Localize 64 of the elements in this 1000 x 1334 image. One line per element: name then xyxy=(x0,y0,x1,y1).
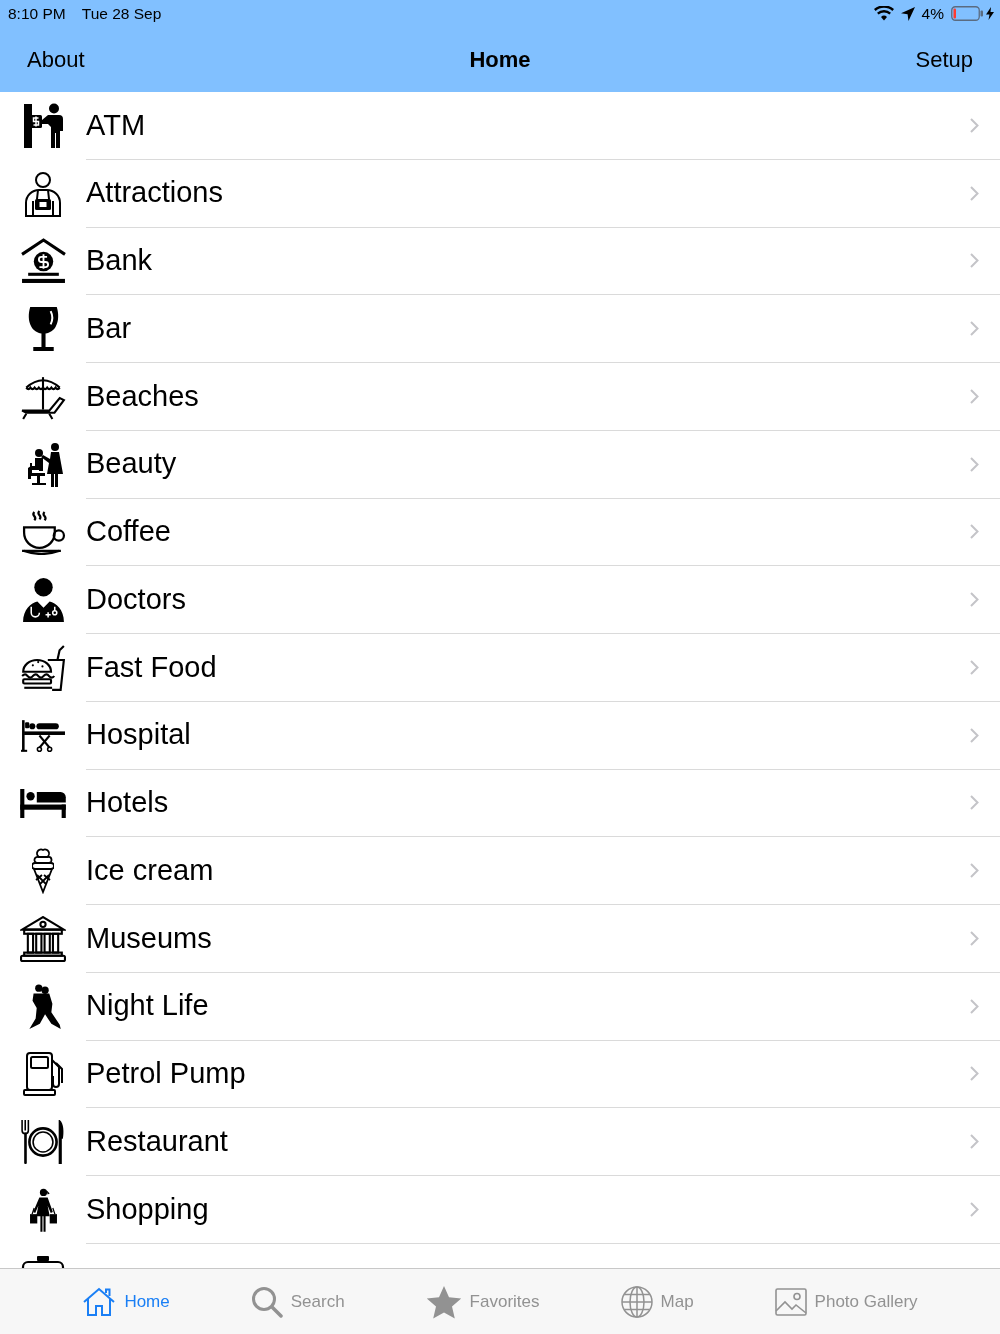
status-date: Tue 28 Sep xyxy=(81,3,162,24)
category-label[interactable]: Beauty xyxy=(86,442,177,486)
category-label[interactable]: ATM xyxy=(86,103,146,148)
battery-icon xyxy=(951,6,983,21)
chevron-icon xyxy=(970,727,979,743)
chevron-icon xyxy=(970,1201,979,1217)
category-label[interactable]: Night Life xyxy=(86,984,209,1028)
chevron-icon xyxy=(970,524,979,540)
chevron-icon xyxy=(970,388,979,404)
hospital-bed-icon xyxy=(20,718,66,753)
star-icon xyxy=(425,1284,462,1319)
globe-icon xyxy=(620,1285,653,1318)
burger-drink-icon xyxy=(20,644,66,691)
doctor-icon xyxy=(21,577,65,624)
ice-cream-cone-icon xyxy=(32,848,54,895)
screen-title: Home xyxy=(469,46,531,74)
category-label[interactable]: Attractions xyxy=(86,171,223,215)
chevron-icon xyxy=(970,1134,979,1150)
chevron-icon xyxy=(970,659,979,675)
category-label[interactable]: Ice cream xyxy=(86,848,214,893)
category-label[interactable]: Hotels xyxy=(86,781,169,825)
chevron-icon xyxy=(970,456,979,472)
fuel-pump-icon xyxy=(22,1051,64,1098)
category-label[interactable]: Restaurant xyxy=(86,1119,228,1164)
plate-cutlery-icon xyxy=(20,1119,66,1166)
category-label[interactable]: Petrol Pump xyxy=(86,1052,246,1096)
battery-percent: 4% xyxy=(921,3,944,24)
bank-dollar-icon xyxy=(20,238,66,285)
search-icon xyxy=(250,1285,283,1318)
chevron-icon xyxy=(970,321,979,337)
shopper-bags-icon xyxy=(28,1186,58,1233)
chevron-icon xyxy=(970,185,979,201)
location-arrow-icon xyxy=(900,6,915,21)
wifi-icon xyxy=(873,6,894,21)
photo-icon xyxy=(774,1287,807,1316)
chevron-icon xyxy=(970,117,979,133)
tourist-camera-icon xyxy=(24,170,62,217)
category-label[interactable]: Museums xyxy=(86,916,212,961)
category-label[interactable]: Hospital xyxy=(86,713,191,757)
chevron-icon xyxy=(970,795,979,811)
bed-icon xyxy=(20,788,66,818)
category-label[interactable]: Coffee xyxy=(86,510,171,554)
chevron-icon xyxy=(970,930,979,946)
setup-button[interactable]: Setup xyxy=(915,43,973,76)
chevron-icon xyxy=(970,863,979,879)
chevron-icon xyxy=(970,1066,979,1082)
coffee-cup-icon xyxy=(20,509,66,555)
chevron-icon xyxy=(970,592,979,608)
chevron-icon xyxy=(970,253,979,269)
museum-building-icon xyxy=(20,915,66,962)
about-button[interactable]: About xyxy=(27,43,85,76)
category-label[interactable]: Bar xyxy=(86,306,132,351)
category-label[interactable]: Fast Food xyxy=(86,645,217,690)
chevron-icon xyxy=(970,998,979,1014)
home-icon xyxy=(82,1286,117,1317)
category-label[interactable]: Beaches xyxy=(86,374,199,419)
tab-button[interactable]: Home xyxy=(82,1286,170,1317)
wine-glass-icon xyxy=(27,306,59,353)
cash-machine-person-icon xyxy=(22,102,64,149)
category-label[interactable]: Doctors xyxy=(86,577,186,622)
category-label[interactable]: Bank xyxy=(86,239,153,283)
charging-bolt-icon xyxy=(986,7,994,20)
category-label[interactable]: Shopping xyxy=(86,1187,209,1232)
status-time: 8:10 PM xyxy=(8,3,66,24)
